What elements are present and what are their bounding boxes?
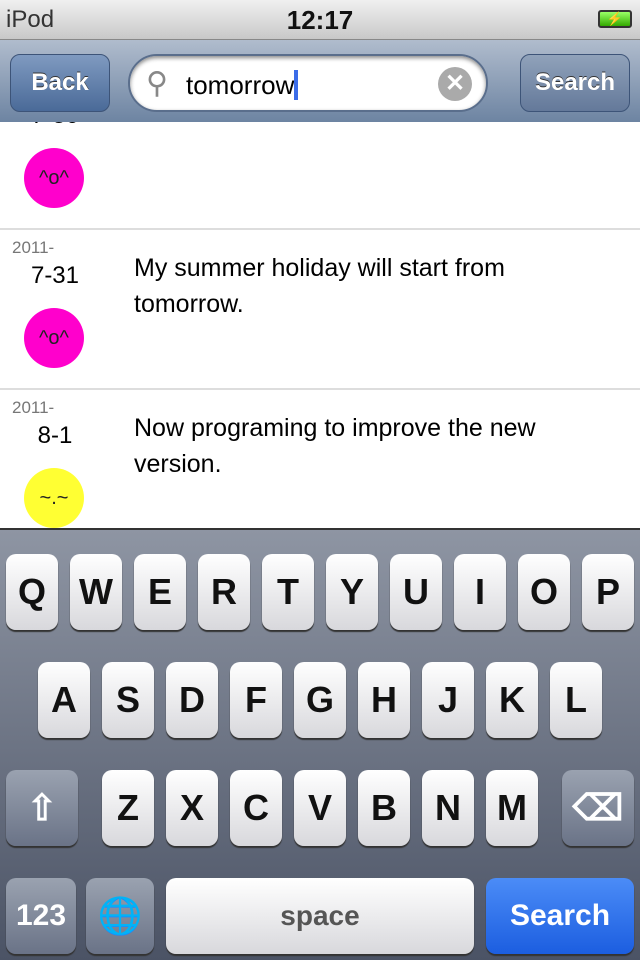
key-r[interactable]: R (198, 554, 250, 630)
key-i[interactable]: I (454, 554, 506, 630)
key-y[interactable]: Y (326, 554, 378, 630)
key-o[interactable]: O (518, 554, 570, 630)
key-s[interactable]: S (102, 662, 154, 738)
key-a[interactable]: A (38, 662, 90, 738)
battery-charging-icon: ⚡ (598, 10, 632, 28)
globe-key[interactable]: 🌐 (86, 878, 154, 954)
search-key[interactable]: Search (486, 878, 634, 954)
back-button[interactable]: Back (10, 54, 110, 112)
key-w[interactable]: W (70, 554, 122, 630)
search-button[interactable]: Search (520, 54, 630, 112)
key-p[interactable]: P (582, 554, 634, 630)
key-x[interactable]: X (166, 770, 218, 846)
numbers-key[interactable]: 123 (6, 878, 76, 954)
entry-message: My summer holiday will start from tomorr… (134, 254, 505, 318)
key-j[interactable]: J (422, 662, 474, 738)
key-u[interactable]: U (390, 554, 442, 630)
magnifier-icon: ⚲ (146, 67, 168, 100)
backspace-icon: ⌫ (572, 787, 624, 828)
list-item[interactable]: 2011- 7-31 ^o^ My summer holiday will st… (0, 230, 640, 390)
key-f[interactable]: F (230, 662, 282, 738)
globe-icon: 🌐 (97, 895, 143, 936)
entry-date: 7-31 (30, 262, 80, 289)
mood-face-icon: ~.~ (24, 468, 84, 528)
key-b[interactable]: B (358, 770, 410, 846)
key-z[interactable]: Z (102, 770, 154, 846)
list-item[interactable]: 2011- 8-1 ~.~ Now programing to improve … (0, 390, 640, 528)
key-q[interactable]: Q (6, 554, 58, 630)
delete-key[interactable]: ⌫ (562, 770, 634, 846)
search-input[interactable]: ⚲ tomorrow ✕ (128, 54, 488, 112)
text-cursor (294, 70, 299, 100)
entry-date: 8-1 (37, 422, 73, 449)
search-query: tomorrow (186, 70, 295, 100)
list-item[interactable]: 7-30 ^o^ (0, 122, 640, 230)
key-v[interactable]: V (294, 770, 346, 846)
shift-arrow-icon: ⇧ (26, 787, 58, 828)
key-k[interactable]: K (486, 662, 538, 738)
key-g[interactable]: G (294, 662, 346, 738)
clock: 12:17 (286, 5, 354, 35)
mood-face-icon: ^o^ (24, 148, 84, 208)
space-key[interactable]: space (166, 878, 474, 954)
navigation-bar: Back ⚲ tomorrow ✕ Search (0, 40, 640, 122)
key-l[interactable]: L (550, 662, 602, 738)
mood-face-icon: ^o^ (24, 308, 84, 368)
key-h[interactable]: H (358, 662, 410, 738)
key-n[interactable]: N (422, 770, 474, 846)
entry-year: 2011- (12, 398, 55, 417)
status-bar: iPod 12:17 ⚡ (0, 0, 640, 40)
key-e[interactable]: E (134, 554, 186, 630)
keyboard: ⇧ ⌫ 123 🌐 space Search QWERTYUIOP ASDFGHJ… (0, 528, 640, 960)
entry-list[interactable]: 7-30 ^o^ 2011- 7-31 ^o^ My summer holida… (0, 122, 640, 528)
entry-message: Now programing to improve the new versio… (134, 414, 536, 478)
entry-year: 2011- (12, 238, 55, 257)
key-d[interactable]: D (166, 662, 218, 738)
clear-x-icon[interactable]: ✕ (438, 67, 472, 101)
shift-key[interactable]: ⇧ (6, 770, 78, 846)
key-c[interactable]: C (230, 770, 282, 846)
entry-date: 7-30 (0, 122, 110, 130)
key-t[interactable]: T (262, 554, 314, 630)
key-m[interactable]: M (486, 770, 538, 846)
